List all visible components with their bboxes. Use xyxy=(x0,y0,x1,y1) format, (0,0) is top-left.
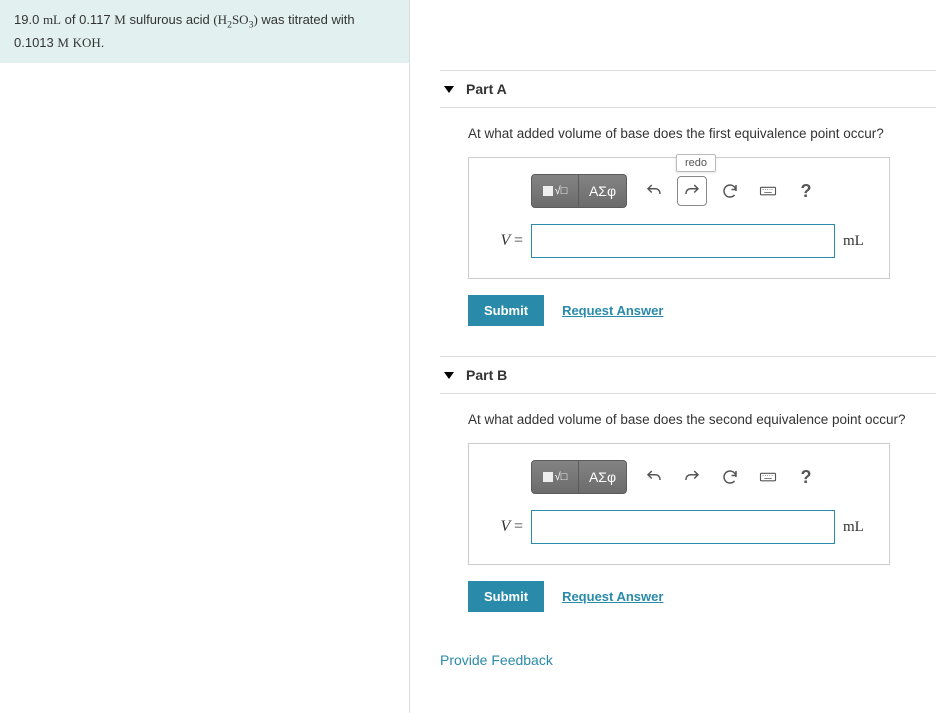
vol-value: 19.0 xyxy=(14,12,39,27)
vol-unit: mL xyxy=(43,12,61,27)
of-word: of xyxy=(65,12,76,27)
redo-tooltip: redo xyxy=(676,154,716,172)
undo-button[interactable] xyxy=(639,176,669,206)
reset-icon xyxy=(721,468,739,486)
keyboard-icon xyxy=(759,468,777,486)
part-b-submit-button[interactable]: Submit xyxy=(468,581,544,612)
greek-button[interactable]: ΑΣφ xyxy=(579,174,627,208)
part-a-title: Part A xyxy=(466,81,507,97)
keyboard-icon xyxy=(759,182,777,200)
reset-button[interactable] xyxy=(715,176,745,206)
part-b-title: Part B xyxy=(466,367,507,383)
part-b-answer-box: √□ ΑΣφ ? V = mL xyxy=(468,443,890,565)
undo-icon xyxy=(645,182,663,200)
part-a-var: V = xyxy=(485,232,523,250)
part-a-submit-button[interactable]: Submit xyxy=(468,295,544,326)
part-a-toolbar: √□ ΑΣφ redo ? xyxy=(531,174,873,208)
part-b-request-answer-link[interactable]: Request Answer xyxy=(562,589,663,604)
keyboard-button[interactable] xyxy=(753,462,783,492)
formula: (H2SO3) xyxy=(213,12,257,27)
part-a-equation-row: V = mL xyxy=(485,224,873,258)
help-button[interactable]: ? xyxy=(791,176,821,206)
part-a-request-answer-link[interactable]: Request Answer xyxy=(562,303,663,318)
part-b-input[interactable] xyxy=(531,510,835,544)
part-b-var: V = xyxy=(485,518,523,536)
undo-icon xyxy=(645,468,663,486)
part-a-answer-box: √□ ΑΣφ redo ? xyxy=(468,157,890,279)
right-column: Part A At what added volume of base does… xyxy=(410,0,946,713)
reset-button[interactable] xyxy=(715,462,745,492)
redo-icon xyxy=(683,468,701,486)
collapse-icon xyxy=(444,372,454,379)
part-b-equation-row: V = mL xyxy=(485,510,873,544)
base-formula: KOH xyxy=(73,35,101,50)
help-button[interactable]: ? xyxy=(791,462,821,492)
part-a-body: At what added volume of base does the fi… xyxy=(440,108,936,356)
keyboard-button[interactable] xyxy=(753,176,783,206)
part-b-prompt: At what added volume of base does the se… xyxy=(468,412,936,427)
part-a-actions: Submit Request Answer xyxy=(468,295,936,326)
part-b-actions: Submit Request Answer xyxy=(468,581,936,612)
acid-name: sulfurous acid xyxy=(129,12,209,27)
part-a-unit: mL xyxy=(843,233,873,250)
template-button[interactable]: √□ xyxy=(531,174,579,208)
collapse-icon xyxy=(444,86,454,93)
conc1-value: 0.117 xyxy=(79,12,111,27)
part-b-body: At what added volume of base does the se… xyxy=(440,394,936,642)
template-button[interactable]: √□ xyxy=(531,460,579,494)
undo-button[interactable] xyxy=(639,462,669,492)
redo-icon xyxy=(683,182,701,200)
part-a-prompt: At what added volume of base does the fi… xyxy=(468,126,936,141)
part-b-toolbar: √□ ΑΣφ ? xyxy=(531,460,873,494)
greek-button[interactable]: ΑΣφ xyxy=(579,460,627,494)
conc2-value: 0.1013 xyxy=(14,35,54,50)
part-b-unit: mL xyxy=(843,519,873,536)
redo-button[interactable] xyxy=(677,462,707,492)
reset-icon xyxy=(721,182,739,200)
molar1: M xyxy=(114,12,126,27)
redo-button[interactable] xyxy=(677,176,707,206)
molar2: M xyxy=(57,35,69,50)
part-b-header[interactable]: Part B xyxy=(440,356,936,394)
titrated-text: was titrated with xyxy=(261,12,354,27)
provide-feedback-link[interactable]: Provide Feedback xyxy=(440,652,936,668)
left-column: 19.0 mL of 0.117 M sulfurous acid (H2SO3… xyxy=(0,0,410,713)
problem-statement: 19.0 mL of 0.117 M sulfurous acid (H2SO3… xyxy=(0,0,409,63)
part-a-input[interactable] xyxy=(531,224,835,258)
part-a-header[interactable]: Part A xyxy=(440,70,936,108)
